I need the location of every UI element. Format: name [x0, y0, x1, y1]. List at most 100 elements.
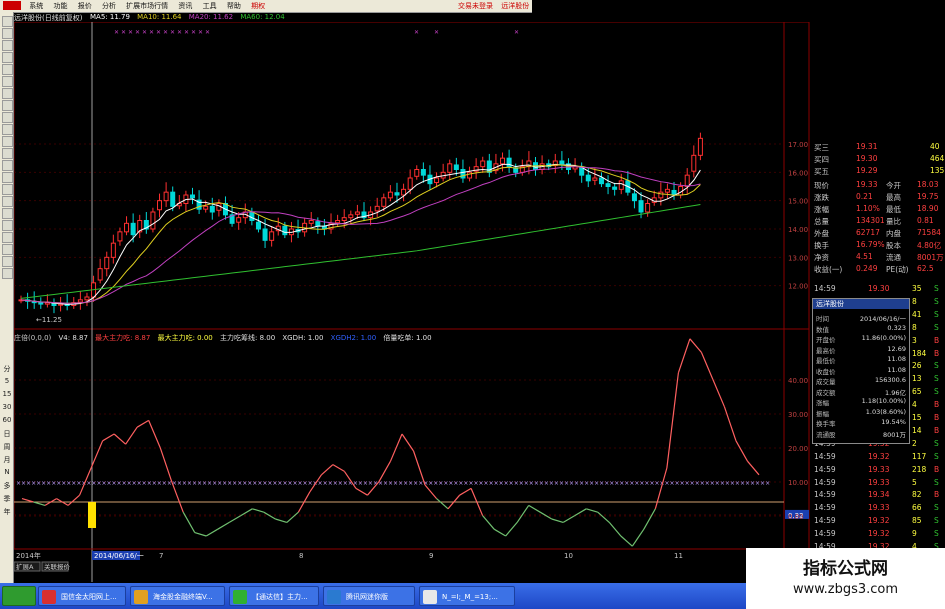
toolbar-button[interactable]	[2, 76, 13, 87]
tick-direction: B	[934, 413, 940, 422]
indicator-line-segment	[401, 433, 415, 452]
toolbar-button[interactable]	[2, 88, 13, 99]
popup-row-value: 11.08	[887, 355, 906, 363]
toolbar-button[interactable]	[2, 244, 13, 255]
candle	[137, 214, 143, 239]
indicator-line-segment	[700, 352, 714, 380]
candle	[190, 187, 195, 205]
toolbar-button[interactable]	[2, 136, 13, 147]
stat-value: 0.249	[856, 264, 878, 273]
stat-label: 净资	[814, 253, 829, 262]
stat-value: 16.79%	[856, 240, 885, 249]
tick-volume: 2	[912, 438, 917, 448]
toolbar-button[interactable]	[2, 40, 13, 51]
candle	[44, 294, 50, 308]
current-stock-link[interactable]: 远洋股份	[498, 2, 532, 10]
tick-direction: S	[934, 529, 939, 539]
candle	[552, 153, 558, 174]
toolbar-button[interactable]	[2, 268, 13, 279]
toolbar-button[interactable]	[2, 208, 13, 219]
menu-system[interactable]: 系统	[25, 0, 47, 12]
popup-row-value: 0.323	[887, 323, 906, 332]
toolbar-button[interactable]	[2, 28, 13, 39]
bottom-tab-label: 关联报价	[44, 562, 71, 571]
order-price: 19.30	[856, 154, 878, 163]
stat-value: 4.80亿	[917, 241, 942, 250]
stat-label: 量比	[886, 217, 901, 226]
toolbar-button[interactable]	[2, 112, 13, 123]
menu-function[interactable]: 功能	[49, 0, 71, 12]
order-volume: 40	[930, 142, 940, 151]
toolbar-button[interactable]	[2, 220, 13, 231]
signal-marker: ✕	[135, 29, 140, 36]
period-button[interactable]: 60	[2, 416, 12, 424]
stat-row: 收益(一) 0.249 PE(动) 62.5	[812, 264, 944, 276]
start-button[interactable]	[2, 586, 36, 606]
toolbar-button[interactable]	[2, 196, 13, 207]
data-popup[interactable]: 远洋股份 时间 2014/06/16/一 数值 0.323 开盘价 11.86(0.00%…	[812, 298, 910, 444]
period-button[interactable]: 5	[2, 377, 12, 385]
period-button[interactable]: 月	[2, 455, 12, 465]
signal-marker: ✕	[149, 29, 154, 36]
toolbar-button[interactable]	[2, 232, 13, 243]
toolbar-button[interactable]	[2, 124, 13, 135]
menu-news[interactable]: 资讯	[174, 0, 196, 12]
toolbar-button[interactable]	[2, 256, 13, 267]
task-item-4[interactable]: 腾讯网迷你版	[323, 586, 415, 606]
candle	[598, 172, 604, 188]
toolbar-button[interactable]	[2, 172, 13, 183]
menu-help[interactable]: 帮助	[223, 0, 245, 12]
tick-row: 14:59 19.32 9 S	[812, 529, 944, 541]
popup-row-label: 最高价	[816, 346, 836, 355]
task-item-5[interactable]: N_=I;_M_=13;...	[419, 586, 515, 606]
kline-chart[interactable]: 17.0016.0015.0014.0013.0012.00←11.25✕ ✕ ✕ ✕…	[14, 22, 810, 584]
period-button[interactable]: 周	[2, 442, 12, 452]
ma5-label: MA5: 11.79	[90, 13, 130, 21]
tick-price: 19.30	[868, 284, 890, 293]
period-button[interactable]: N	[2, 468, 12, 476]
indicator-tick-label: 0.00	[788, 513, 804, 521]
popup-row-label: 数值	[816, 325, 829, 334]
task-item-1[interactable]: 国信金太阳网上...	[38, 586, 126, 606]
period-button[interactable]: 多	[2, 481, 12, 491]
popup-row-value: 1.03(8.60%)	[865, 407, 906, 416]
trade-login-link[interactable]: 交易未登录	[455, 2, 496, 10]
signal-marker: ✕	[198, 29, 203, 36]
toolbar-button[interactable]	[2, 64, 13, 75]
period-button[interactable]: 季	[2, 494, 12, 504]
price-panel-frame	[14, 22, 810, 330]
task-item-3[interactable]: 【通达信】主力...	[229, 586, 319, 606]
toolbar-button[interactable]	[2, 160, 13, 171]
stat-value: 18.03	[917, 180, 939, 189]
price-tick-label: 14.00	[788, 226, 808, 234]
toolbar-button[interactable]	[2, 100, 13, 111]
indicator-line-segment	[735, 440, 749, 462]
menu-options[interactable]: 期权	[247, 0, 269, 12]
task-item-2[interactable]: 海金股金融终端V...	[130, 586, 225, 606]
toolbar-button[interactable]	[2, 16, 13, 27]
period-button[interactable]: 15	[2, 390, 12, 398]
period-button[interactable]: 日	[2, 429, 12, 439]
tick-price: 19.33	[868, 464, 890, 474]
candle	[255, 215, 261, 233]
candle	[645, 199, 651, 217]
menu-tools[interactable]: 工具	[199, 0, 221, 12]
tick-direction: B	[934, 348, 940, 358]
period-button[interactable]: 年	[2, 507, 12, 517]
price-tick-label: 15.00	[788, 198, 808, 206]
candle	[302, 217, 308, 237]
menu-quote[interactable]: 报价	[74, 0, 96, 12]
popup-row: 时间 2014/06/16/一	[816, 313, 906, 323]
menu-analysis[interactable]: 分析	[98, 0, 120, 12]
indicator-line-segment	[67, 494, 80, 506]
stat-label: 涨跌	[814, 193, 829, 202]
order-price: 19.31	[856, 142, 878, 151]
toolbar-button[interactable]	[2, 184, 13, 195]
period-button[interactable]: 30	[2, 403, 12, 411]
toolbar-button[interactable]	[2, 148, 13, 159]
signal-marker: ✕	[156, 29, 161, 36]
menu-ext-market[interactable]: 扩展市场行情	[122, 0, 172, 12]
toolbar-button[interactable]	[2, 52, 13, 63]
period-button[interactable]: 分	[2, 364, 12, 374]
popup-row-label: 最低价	[816, 357, 836, 365]
